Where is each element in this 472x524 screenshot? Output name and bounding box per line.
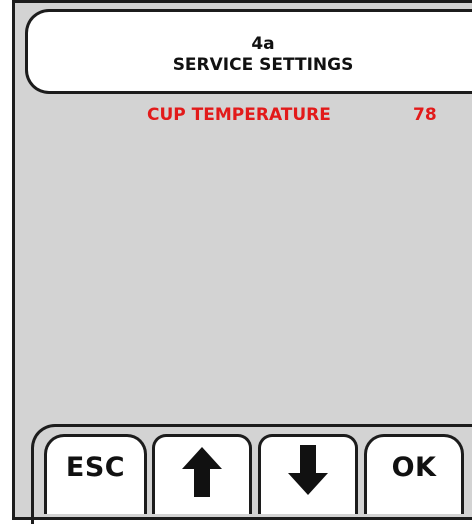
page-title: SERVICE SETTINGS [172,55,354,75]
up-button[interactable] [152,434,252,514]
arrow-up-icon [182,447,222,497]
menu-header: 4a SERVICE SETTINGS [25,9,472,94]
menu-code: 4a [251,34,275,54]
setting-row-cup-temperature[interactable]: CUP TEMPERATURE 78 [130,103,450,127]
arrow-down-icon [288,445,328,495]
setting-value: 78 [413,105,437,125]
esc-button[interactable]: ESC [44,434,147,514]
device-screen: 4a SERVICE SETTINGS CUP TEMPERATURE 78 E… [0,0,472,524]
ok-button[interactable]: OK [364,434,464,514]
ok-button-label: OK [391,452,437,483]
setting-label: CUP TEMPERATURE [147,105,331,125]
esc-button-label: ESC [65,452,126,483]
down-button[interactable] [258,434,358,514]
